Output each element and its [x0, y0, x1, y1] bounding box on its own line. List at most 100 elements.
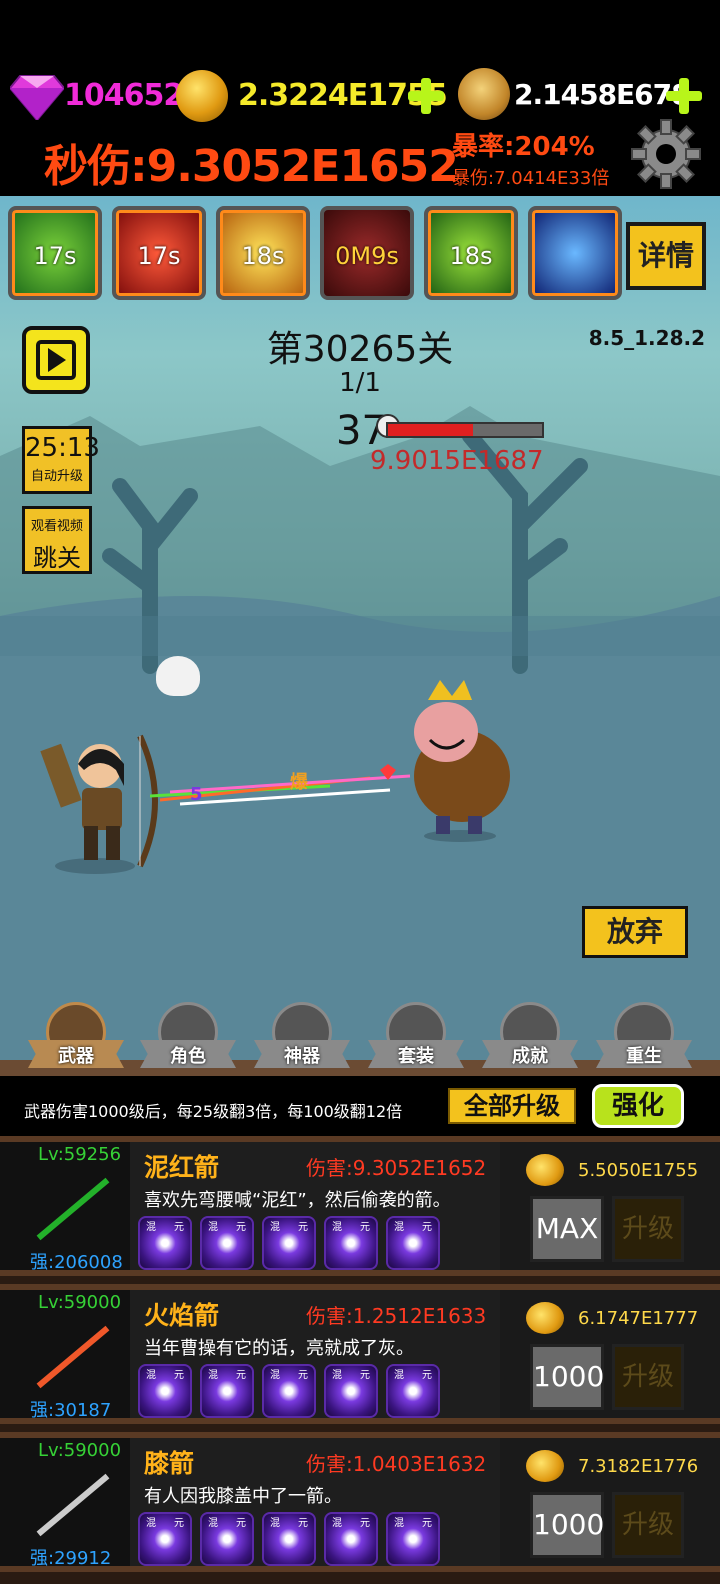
weapon-level: Lv:59000: [38, 1292, 122, 1313]
weapon-icon-box: Lv:59000 强:30187: [0, 1290, 130, 1421]
rune-tag-right: 元: [236, 1370, 246, 1381]
rune-tag-left: 混: [146, 1518, 156, 1529]
nav-label: 成就: [512, 1046, 548, 1067]
weapon-strength: 强:29912: [30, 1548, 112, 1569]
rune-slot[interactable]: 混元: [138, 1512, 192, 1566]
skill-timer: 17s: [33, 242, 77, 270]
damage-per-second: 秒伤:9.3052E1652: [44, 141, 459, 192]
details-button[interactable]: 详情: [626, 222, 706, 290]
level-up-button[interactable]: 升级: [612, 1344, 684, 1410]
nav-achievements[interactable]: 成就: [482, 1002, 578, 1072]
version-label: 8.5_1.28.2: [588, 326, 705, 350]
add-gold-button[interactable]: [406, 76, 446, 116]
rune-tag-left: 混: [332, 1370, 342, 1381]
battle-scene: 17s 17s 18s 0M9s 18s 详情 第30265关 8.5_1.28…: [0, 196, 720, 1076]
nav-label: 重生: [626, 1046, 662, 1067]
gold-coin-icon: [526, 1302, 564, 1334]
enhance-button[interactable]: 强化: [592, 1084, 684, 1128]
rune-tag-left: 混: [208, 1222, 218, 1233]
weapon-cost: 5.5050E1755: [578, 1160, 699, 1181]
weapon-cost: 6.1747E1777: [578, 1308, 699, 1329]
watch-video-label: 观看视频: [30, 519, 83, 534]
rune-slot[interactable]: 混元: [200, 1364, 254, 1418]
rune-tag-left: 混: [270, 1370, 280, 1381]
nav-label: 武器: [58, 1046, 94, 1067]
rune-slot[interactable]: 混元: [200, 1512, 254, 1566]
weapon-row: Lv:59000 强:29912 膝箭 伤害:1.0403E1632 有人因我膝…: [0, 1432, 720, 1572]
skip-stage-button[interactable]: 观看视频 跳关: [22, 506, 92, 574]
settings-gear-icon[interactable]: [630, 118, 702, 190]
weapon-list: Lv:59256 强:206008 泥红箭 伤害:9.3052E1652 喜欢先…: [0, 1136, 720, 1584]
rune-slot[interactable]: 混元: [386, 1364, 440, 1418]
rune-slot[interactable]: 混元: [324, 1216, 378, 1270]
nav-rebirth[interactable]: 重生: [596, 1002, 692, 1072]
add-skull-button[interactable]: [664, 76, 704, 116]
skill-slot-5[interactable]: 18s: [424, 206, 518, 300]
rune-slot[interactable]: 混元: [138, 1364, 192, 1418]
skill-timer: 18s: [449, 242, 493, 270]
nav-label: 神器: [284, 1046, 320, 1067]
abandon-button[interactable]: 放弃: [582, 906, 688, 958]
nav-weapons[interactable]: 武器: [28, 1002, 124, 1072]
rune-tag-right: 元: [236, 1222, 246, 1233]
weapon-cost: 7.3182E1776: [578, 1456, 699, 1477]
weapon-level: Lv:59000: [38, 1440, 122, 1461]
rune-tag-right: 元: [422, 1370, 432, 1381]
skill-slot-1[interactable]: 17s: [8, 206, 102, 300]
rune-slot[interactable]: 混元: [386, 1216, 440, 1270]
crit-damage: 暴伤:7.0414E33倍: [452, 168, 610, 189]
nav-sets[interactable]: 套装: [368, 1002, 464, 1072]
skill-timer: 18s: [241, 242, 285, 270]
rune-tag-left: 混: [146, 1370, 156, 1381]
weapon-description: 当年曹操有它的话，亮就成了灰。: [144, 1338, 414, 1359]
nav-label: 套装: [398, 1046, 434, 1067]
weapon-damage: 伤害:1.0403E1632: [306, 1452, 487, 1476]
weapon-name: 火焰箭: [144, 1301, 220, 1330]
svg-text:爆: 爆: [290, 772, 309, 793]
crit-rate: 暴率:204%: [452, 132, 595, 162]
auto-upgrade-button[interactable]: 25:13 自动升级: [22, 426, 100, 494]
nav-artifacts[interactable]: 神器: [254, 1002, 350, 1072]
wave-counter: 1/1: [339, 368, 381, 398]
nav-character[interactable]: 角色: [140, 1002, 236, 1072]
level-box: MAX: [530, 1196, 604, 1262]
level-up-button[interactable]: 升级: [612, 1196, 684, 1262]
weapon-description: 有人因我膝盖中了一箭。: [144, 1486, 342, 1507]
skill-slot-2[interactable]: 17s: [112, 206, 206, 300]
enemy-hp-bar: [386, 422, 544, 438]
rune-slot[interactable]: 混元: [262, 1216, 316, 1270]
rune-tag-right: 元: [236, 1518, 246, 1529]
green-arrow-icon: [36, 1177, 110, 1241]
weapon-row: Lv:59000 强:30187 火焰箭 伤害:1.2512E1633 当年曹操…: [0, 1284, 720, 1424]
rune-slot[interactable]: 混元: [200, 1216, 254, 1270]
weapon-row: Lv:59256 强:206008 泥红箭 伤害:9.3052E1652 喜欢先…: [0, 1136, 720, 1276]
weapon-damage: 伤害:9.3052E1652: [306, 1156, 487, 1180]
skill-slot-4[interactable]: 0M9s: [320, 206, 414, 300]
level-up-button[interactable]: 升级: [612, 1492, 684, 1558]
skull-currency-icon: [458, 68, 510, 120]
rune-slot[interactable]: 混元: [324, 1364, 378, 1418]
weapon-damage: 伤害:1.2512E1633: [306, 1304, 487, 1328]
rune-slot[interactable]: 混元: [262, 1364, 316, 1418]
rune-tag-left: 混: [394, 1370, 404, 1381]
rune-slot[interactable]: 混元: [138, 1216, 192, 1270]
skill-timer: 17s: [137, 242, 181, 270]
floating-skull-icon: [156, 656, 200, 696]
gem-count: 104652: [64, 78, 184, 113]
rune-tag-right: 元: [298, 1222, 308, 1233]
rune-tag-right: 元: [298, 1518, 308, 1529]
weapon-strength: 强:206008: [30, 1252, 123, 1273]
rune-slot[interactable]: 混元: [262, 1512, 316, 1566]
rune-tag-left: 混: [394, 1518, 404, 1529]
skill-slot-6[interactable]: [528, 206, 622, 300]
rune-tag-right: 元: [298, 1370, 308, 1381]
auto-upgrade-timer: 25:13: [25, 433, 100, 463]
rune-tag-left: 混: [270, 1518, 280, 1529]
bull-boss-enemy: [414, 680, 510, 842]
play-button[interactable]: [22, 326, 90, 394]
rune-tag-left: 混: [146, 1222, 156, 1233]
rune-slot[interactable]: 混元: [324, 1512, 378, 1566]
skill-slot-3[interactable]: 18s: [216, 206, 310, 300]
upgrade-all-button[interactable]: 全部升级: [448, 1088, 576, 1124]
rune-slot[interactable]: 混元: [386, 1512, 440, 1566]
